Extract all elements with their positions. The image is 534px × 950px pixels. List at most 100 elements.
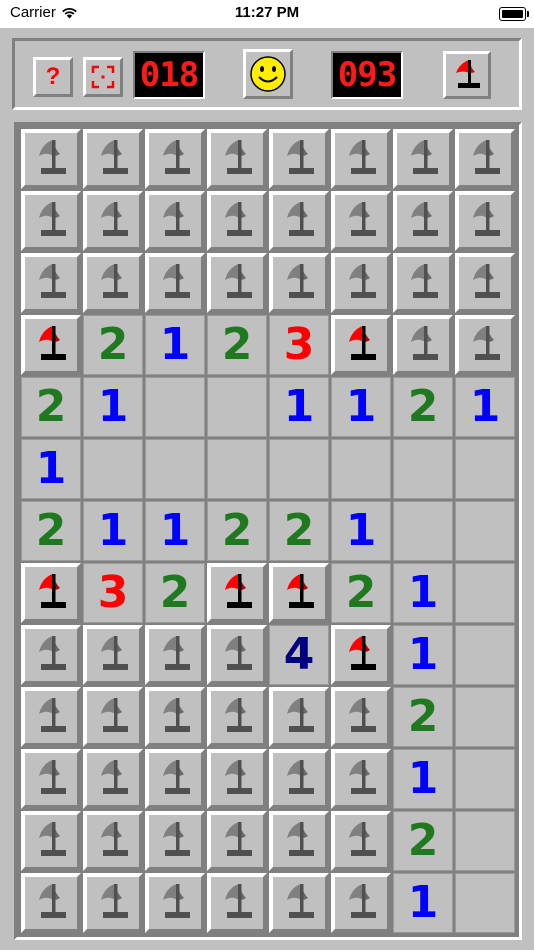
cell-revealed[interactable]: 3: [269, 315, 329, 375]
cell-hidden[interactable]: [207, 873, 267, 933]
cell-revealed[interactable]: [331, 439, 391, 499]
cell-hidden[interactable]: [21, 129, 81, 189]
cell-revealed[interactable]: 1: [269, 377, 329, 437]
cell-hidden[interactable]: [21, 811, 81, 871]
cell-hidden[interactable]: [207, 253, 267, 313]
cell-revealed[interactable]: [455, 749, 515, 809]
cell-hidden[interactable]: [207, 811, 267, 871]
cell-hidden[interactable]: [207, 625, 267, 685]
cell-hidden[interactable]: [145, 687, 205, 747]
cell-hidden[interactable]: [83, 749, 143, 809]
cell-hidden[interactable]: [393, 253, 453, 313]
cell-hidden[interactable]: [83, 873, 143, 933]
cell-flagged[interactable]: [21, 563, 81, 623]
cell-revealed[interactable]: [455, 873, 515, 933]
cell-revealed[interactable]: 2: [145, 563, 205, 623]
cell-hidden[interactable]: [455, 129, 515, 189]
help-button[interactable]: ?: [33, 57, 73, 97]
cell-revealed[interactable]: [455, 811, 515, 871]
cell-revealed[interactable]: 1: [83, 501, 143, 561]
cell-hidden[interactable]: [21, 749, 81, 809]
cell-hidden[interactable]: [145, 625, 205, 685]
cell-hidden[interactable]: [331, 129, 391, 189]
cell-flagged[interactable]: [331, 315, 391, 375]
cell-revealed[interactable]: [455, 563, 515, 623]
cell-hidden[interactable]: [455, 315, 515, 375]
cell-hidden[interactable]: [455, 191, 515, 251]
cell-hidden[interactable]: [21, 191, 81, 251]
focus-button[interactable]: [83, 57, 123, 97]
cell-hidden[interactable]: [83, 687, 143, 747]
cell-revealed[interactable]: 2: [207, 501, 267, 561]
cell-revealed[interactable]: 1: [145, 501, 205, 561]
cell-revealed[interactable]: 1: [393, 749, 453, 809]
cell-revealed[interactable]: 2: [393, 377, 453, 437]
cell-revealed[interactable]: 1: [83, 377, 143, 437]
cell-revealed[interactable]: [145, 377, 205, 437]
cell-hidden[interactable]: [331, 253, 391, 313]
cell-hidden[interactable]: [145, 749, 205, 809]
cell-hidden[interactable]: [207, 191, 267, 251]
cell-revealed[interactable]: 1: [331, 501, 391, 561]
cell-revealed[interactable]: [269, 439, 329, 499]
cell-hidden[interactable]: [269, 687, 329, 747]
cell-hidden[interactable]: [83, 191, 143, 251]
cell-revealed[interactable]: 2: [207, 315, 267, 375]
cell-hidden[interactable]: [83, 129, 143, 189]
cell-revealed[interactable]: [207, 377, 267, 437]
cell-revealed[interactable]: [393, 439, 453, 499]
cell-revealed[interactable]: 1: [393, 625, 453, 685]
cell-revealed[interactable]: 1: [393, 873, 453, 933]
cell-revealed[interactable]: 2: [393, 687, 453, 747]
cell-revealed[interactable]: 1: [21, 439, 81, 499]
flag-mode-button[interactable]: [443, 51, 491, 99]
cell-hidden[interactable]: [145, 811, 205, 871]
cell-hidden[interactable]: [21, 625, 81, 685]
cell-flagged[interactable]: [207, 563, 267, 623]
cell-hidden[interactable]: [269, 811, 329, 871]
cell-revealed[interactable]: [455, 687, 515, 747]
cell-hidden[interactable]: [269, 749, 329, 809]
new-game-button[interactable]: [243, 49, 293, 99]
cell-hidden[interactable]: [393, 315, 453, 375]
cell-hidden[interactable]: [331, 191, 391, 251]
cell-revealed[interactable]: [145, 439, 205, 499]
cell-flagged[interactable]: [21, 315, 81, 375]
cell-revealed[interactable]: 4: [269, 625, 329, 685]
cell-revealed[interactable]: [83, 439, 143, 499]
cell-revealed[interactable]: [455, 501, 515, 561]
cell-hidden[interactable]: [269, 129, 329, 189]
cell-hidden[interactable]: [393, 191, 453, 251]
cell-flagged[interactable]: [269, 563, 329, 623]
cell-revealed[interactable]: 3: [83, 563, 143, 623]
cell-hidden[interactable]: [21, 687, 81, 747]
cell-revealed[interactable]: 2: [21, 377, 81, 437]
cell-hidden[interactable]: [331, 811, 391, 871]
cell-revealed[interactable]: 1: [145, 315, 205, 375]
cell-hidden[interactable]: [21, 253, 81, 313]
cell-hidden[interactable]: [83, 625, 143, 685]
cell-revealed[interactable]: 2: [393, 811, 453, 871]
cell-revealed[interactable]: [455, 439, 515, 499]
cell-revealed[interactable]: [207, 439, 267, 499]
cell-revealed[interactable]: 2: [331, 563, 391, 623]
cell-revealed[interactable]: 2: [83, 315, 143, 375]
cell-revealed[interactable]: 2: [269, 501, 329, 561]
cell-hidden[interactable]: [331, 873, 391, 933]
cell-hidden[interactable]: [83, 253, 143, 313]
cell-hidden[interactable]: [207, 749, 267, 809]
cell-hidden[interactable]: [145, 873, 205, 933]
cell-hidden[interactable]: [207, 129, 267, 189]
cell-hidden[interactable]: [269, 253, 329, 313]
cell-revealed[interactable]: 1: [331, 377, 391, 437]
cell-hidden[interactable]: [269, 873, 329, 933]
cell-hidden[interactable]: [331, 749, 391, 809]
cell-hidden[interactable]: [83, 811, 143, 871]
cell-hidden[interactable]: [145, 253, 205, 313]
cell-revealed[interactable]: [393, 501, 453, 561]
cell-hidden[interactable]: [207, 687, 267, 747]
cell-hidden[interactable]: [393, 129, 453, 189]
cell-revealed[interactable]: 1: [455, 377, 515, 437]
cell-hidden[interactable]: [21, 873, 81, 933]
cell-hidden[interactable]: [331, 687, 391, 747]
